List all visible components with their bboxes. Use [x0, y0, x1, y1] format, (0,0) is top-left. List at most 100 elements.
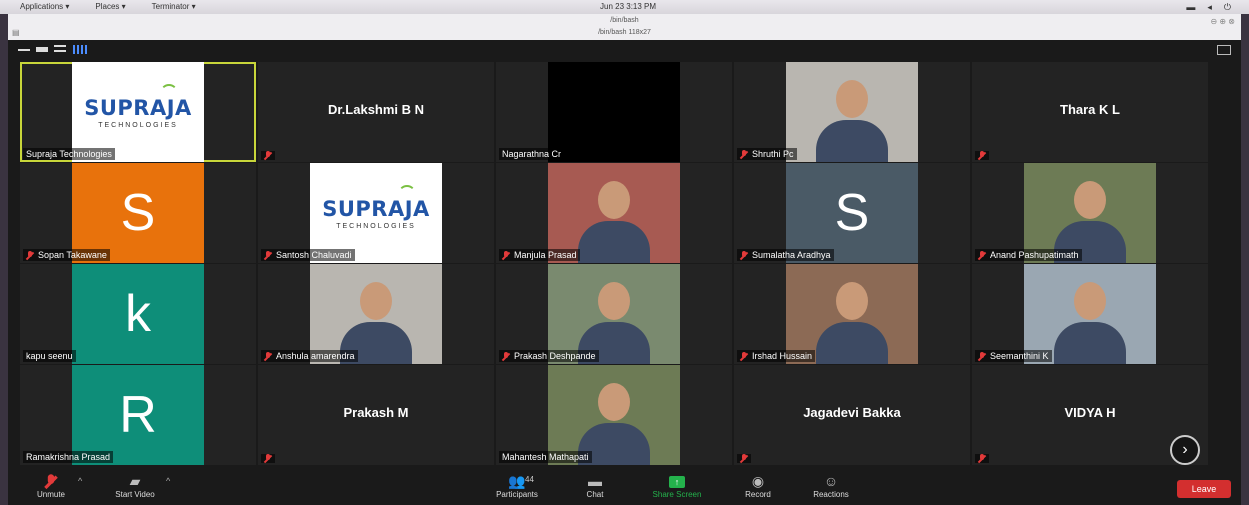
- participant-tile[interactable]: Anand Pashupatimath: [972, 163, 1208, 263]
- meeting-toolbar: Unmute ^ ▰ Start Video ^ 👥 44 Participan…: [8, 470, 1241, 505]
- chat-icon: ▬: [588, 473, 602, 489]
- participant-name: Shruthi Pc: [752, 149, 794, 159]
- mic-muted-icon: [978, 151, 986, 160]
- mic-muted-icon: [502, 250, 510, 260]
- chevron-right-icon[interactable]: ›: [1170, 435, 1200, 465]
- participant-photo: [310, 264, 442, 364]
- participant-name-label: Supraja Technologies: [23, 148, 115, 160]
- mic-muted-icon: [978, 351, 986, 361]
- participant-photo: [1024, 264, 1156, 364]
- participant-name-label: Irshad Hussain: [737, 350, 816, 362]
- participant-tile[interactable]: Seemanthini K: [972, 264, 1208, 364]
- person-head: [598, 181, 630, 219]
- mic-muted-icon: [264, 454, 272, 463]
- logo-subtitle: TECHNOLOGIES: [98, 121, 178, 129]
- person-body: [578, 221, 650, 263]
- participant-tile[interactable]: Nagarathna Cr: [496, 62, 732, 162]
- person-body: [1054, 322, 1126, 364]
- keyboard-icon[interactable]: ▬: [1186, 0, 1195, 14]
- terminator-menu[interactable]: Terminator ▾: [152, 0, 196, 14]
- thumbnail-view-icon[interactable]: [54, 45, 66, 55]
- participant-name-label: Prakash Deshpande: [499, 350, 599, 362]
- logo-word: SUPRAJA: [84, 95, 192, 120]
- participant-name-label: [975, 454, 989, 463]
- tile-display-name: Prakash M: [343, 405, 409, 420]
- participant-photo: [786, 62, 918, 162]
- participant-name: Anshula amarendra: [276, 351, 355, 361]
- participant-name: Sumalatha Aradhya: [752, 250, 831, 260]
- participant-name-label: Anand Pashupatimath: [975, 249, 1082, 261]
- logo-word: SUPRAJA: [322, 196, 430, 221]
- chat-button[interactable]: ▬ Chat: [560, 472, 630, 500]
- participants-button[interactable]: 👥 44 Participants: [482, 472, 552, 500]
- participant-name: Anand Pashupatimath: [990, 250, 1079, 260]
- participant-tile[interactable]: R Ramakrishna Prasad: [20, 365, 256, 465]
- minimize-view-icon[interactable]: [18, 45, 30, 55]
- participant-name: Sopan Takawane: [38, 250, 107, 260]
- person-head: [598, 282, 630, 320]
- participant-photo: [548, 163, 680, 263]
- record-button[interactable]: ◉ Record: [723, 472, 793, 500]
- applications-menu[interactable]: Applications ▾: [20, 0, 69, 14]
- participant-tile[interactable]: S Sumalatha Aradhya: [734, 163, 970, 263]
- tile-display-name: Thara K L: [1060, 102, 1120, 117]
- share-screen-button[interactable]: ↑ Share Screen: [642, 472, 712, 500]
- video-off-icon: ▰: [129, 473, 141, 489]
- speaker-view-icon[interactable]: [36, 45, 48, 55]
- audio-options-caret[interactable]: ^: [78, 476, 82, 486]
- participant-tile[interactable]: Anshula amarendra: [258, 264, 494, 364]
- participant-tile[interactable]: SUPRAJA TECHNOLOGIES Supraja Technologies: [20, 62, 256, 162]
- participant-name: Mahantesh Mathapati: [502, 452, 589, 462]
- tile-display-name: Jagadevi Bakka: [803, 405, 901, 420]
- mic-muted-icon: [264, 151, 272, 160]
- leave-button[interactable]: Leave: [1177, 480, 1231, 498]
- places-menu[interactable]: Places ▾: [95, 0, 125, 14]
- participant-name: Irshad Hussain: [752, 351, 813, 361]
- participant-photo: [1024, 163, 1156, 263]
- participant-photo: [548, 365, 680, 465]
- tile-display-name: VIDYA H: [1064, 405, 1116, 420]
- participant-tile[interactable]: Prakash Deshpande: [496, 264, 732, 364]
- reactions-button[interactable]: ☺ Reactions: [796, 472, 866, 500]
- fullscreen-icon[interactable]: [1217, 45, 1231, 55]
- participant-name-label: Sopan Takawane: [23, 249, 110, 261]
- volume-icon[interactable]: ◂: [1207, 0, 1212, 14]
- participant-tile[interactable]: SUPRAJA TECHNOLOGIES Santosh Chaluvadi: [258, 163, 494, 263]
- participant-name-label: Seemanthini K: [975, 350, 1052, 362]
- participant-name-label: Santosh Chaluvadi: [261, 249, 355, 261]
- record-icon: ◉: [751, 473, 765, 489]
- participant-tile[interactable]: Shruthi Pc: [734, 62, 970, 162]
- reactions-icon: ☺: [823, 473, 839, 489]
- wifi-logo-icon: [398, 185, 416, 196]
- mic-muted-icon: [740, 250, 748, 260]
- window-controls[interactable]: ⊖ ⊕ ⊗: [1210, 17, 1235, 26]
- participant-name-label: Nagarathna Cr: [499, 148, 565, 160]
- supraja-logo: SUPRAJA TECHNOLOGIES: [310, 163, 442, 263]
- system-clock[interactable]: Jun 23 3:13 PM: [600, 0, 656, 14]
- participant-name-label: Manjula Prasad: [499, 249, 580, 261]
- participant-tile[interactable]: Irshad Hussain: [734, 264, 970, 364]
- participant-name: kapu seenu: [26, 351, 73, 361]
- power-icon[interactable]: ⏻: [1224, 0, 1231, 14]
- participant-tile[interactable]: Prakash M: [258, 365, 494, 465]
- participant-name-label: [261, 151, 275, 160]
- gallery-view-icon[interactable]: [73, 45, 87, 55]
- unmute-button[interactable]: Unmute: [16, 472, 86, 500]
- participant-tile[interactable]: Dr.Lakshmi B N: [258, 62, 494, 162]
- window-subtitle: /bin/bash 118x27: [598, 29, 651, 36]
- video-options-caret[interactable]: ^: [166, 476, 170, 486]
- participant-tile[interactable]: k kapu seenu: [20, 264, 256, 364]
- participant-tile[interactable]: Manjula Prasad: [496, 163, 732, 263]
- mic-muted-icon: [740, 149, 748, 159]
- participant-name: Nagarathna Cr: [502, 149, 562, 159]
- person-body: [816, 120, 888, 162]
- participant-tile[interactable]: Mahantesh Mathapati: [496, 365, 732, 465]
- participant-tile[interactable]: Thara K L: [972, 62, 1208, 162]
- participant-tile[interactable]: Jagadevi Bakka: [734, 365, 970, 465]
- participant-tile[interactable]: S Sopan Takawane: [20, 163, 256, 263]
- participant-name-label: kapu seenu: [23, 350, 76, 362]
- start-video-button[interactable]: ▰ Start Video: [100, 472, 170, 500]
- terminal-title-bar: ▤ /bin/bash /bin/bash 118x27 ⊖ ⊕ ⊗: [8, 14, 1241, 40]
- participant-name: Manjula Prasad: [514, 250, 577, 260]
- participant-name-label: Sumalatha Aradhya: [737, 249, 834, 261]
